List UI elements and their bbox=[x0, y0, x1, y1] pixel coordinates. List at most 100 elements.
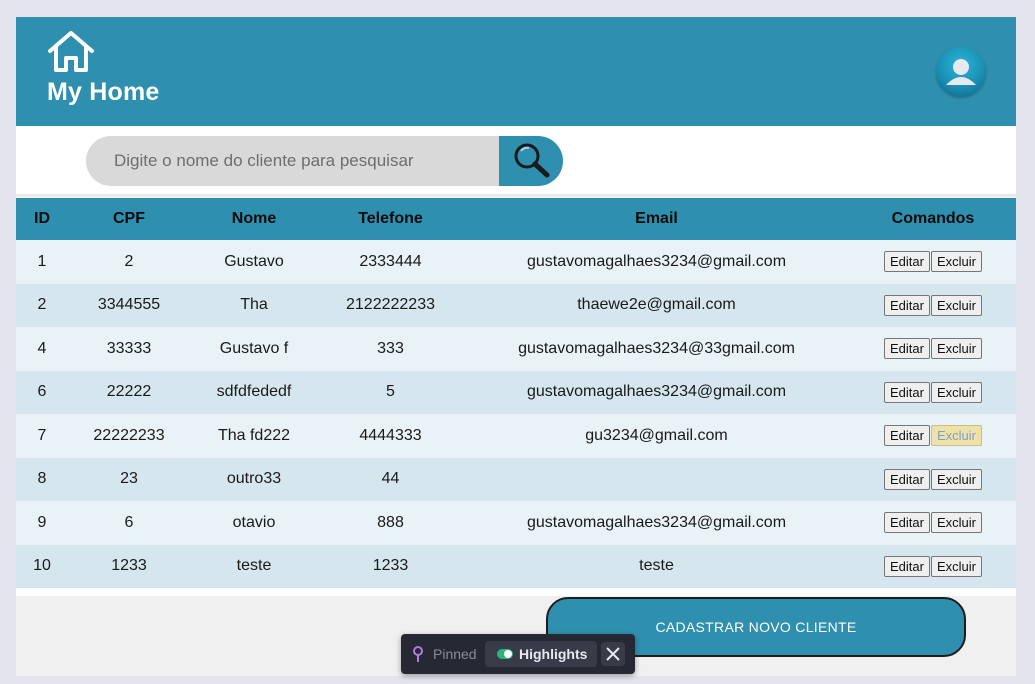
cell-nome: sdfdfededf bbox=[216, 383, 292, 401]
cell-comandos: Editar Excluir bbox=[850, 545, 1016, 589]
delete-button[interactable]: Excluir bbox=[930, 555, 982, 577]
cell-telefone: 888 bbox=[377, 513, 404, 531]
brand-title: My Home bbox=[47, 78, 160, 106]
delete-button[interactable]: Excluir bbox=[930, 381, 982, 403]
edit-button[interactable]: Editar bbox=[884, 294, 930, 316]
cell-comandos: Editar Excluir bbox=[850, 414, 1016, 458]
cell-telefone: 44 bbox=[381, 470, 400, 488]
delete-button[interactable]: Excluir bbox=[930, 251, 982, 273]
clients-table: ID CPF Nome Telefone Email Comandos 1 2 Gustavo… bbox=[16, 198, 1016, 588]
close-icon bbox=[606, 647, 620, 661]
cell-telefone: 4444333 bbox=[359, 426, 422, 444]
delete-button[interactable]: Excluir bbox=[930, 425, 982, 447]
column-header: Comandos bbox=[891, 210, 975, 227]
cell-email: gustavomagalhaes3234@gmail.com bbox=[526, 383, 787, 401]
cell-comandos: Editar Excluir bbox=[850, 240, 1016, 284]
search-button[interactable] bbox=[499, 136, 563, 186]
home-icon[interactable] bbox=[46, 30, 96, 74]
table-row: 8 23 outro33 44 Editar Excluir bbox=[16, 457, 1016, 502]
pinned-label: Pinned bbox=[433, 646, 477, 662]
cell-nome: outro33 bbox=[226, 470, 282, 488]
column-header: ID bbox=[34, 210, 50, 227]
cell-comandos: Editar Excluir bbox=[850, 501, 1016, 545]
cell-id: 1 bbox=[37, 252, 47, 270]
magnifier-icon bbox=[514, 143, 550, 178]
cell-id: 10 bbox=[33, 557, 51, 575]
close-button[interactable] bbox=[601, 642, 625, 666]
delete-button[interactable]: Excluir bbox=[930, 512, 982, 534]
edit-button[interactable]: Editar bbox=[884, 338, 930, 360]
cell-email: gustavomagalhaes3234@33gmail.com bbox=[518, 339, 795, 357]
cell-nome: Gustavo bbox=[224, 252, 284, 270]
edit-button[interactable]: Editar bbox=[884, 555, 930, 577]
app-container: My Home ID CPF Nome Telefone Email Comandos bbox=[16, 17, 1016, 676]
table-row: 2 3344555 Tha 2122222233 thaewe2e@gmail.com E… bbox=[16, 283, 1016, 328]
pin-toolbar: Pinned Highlights bbox=[401, 634, 635, 674]
cell-cpf: 3344555 bbox=[97, 296, 161, 314]
user-avatar-icon[interactable] bbox=[936, 47, 986, 97]
table-row: 9 6 otavio 888 gustavomagalhaes3234@gmail.co… bbox=[16, 501, 1016, 545]
column-header: Email bbox=[635, 210, 678, 227]
column-header: Nome bbox=[231, 210, 277, 227]
cell-cpf: 33333 bbox=[106, 339, 152, 357]
cell-id: 4 bbox=[37, 339, 47, 357]
search-bar bbox=[16, 126, 1016, 196]
cell-email bbox=[463, 458, 850, 502]
cell-nome: otavio bbox=[232, 513, 276, 531]
pin-icon bbox=[413, 646, 423, 662]
cell-cpf: 22222233 bbox=[93, 426, 165, 444]
cell-telefone: 5 bbox=[386, 383, 395, 401]
highlights-label: Highlights bbox=[519, 646, 588, 662]
edit-button[interactable]: Editar bbox=[884, 512, 930, 534]
clients-table-container: ID CPF Nome Telefone Email Comandos 1 2 Gustavo… bbox=[16, 198, 1016, 588]
table-row: 4 33333 Gustavo f 333 gustavomagalhaes3234@3… bbox=[16, 327, 1016, 371]
cell-email: gustavomagalhaes3234@gmail.com bbox=[526, 513, 787, 531]
delete-button[interactable]: Excluir bbox=[930, 338, 982, 360]
cell-cpf: 2 bbox=[124, 252, 134, 270]
cell-email: gu3234@gmail.com bbox=[585, 426, 728, 444]
cell-cpf: 1233 bbox=[111, 557, 147, 575]
cell-email: teste bbox=[639, 557, 674, 575]
delete-button[interactable]: Excluir bbox=[930, 294, 982, 316]
table-header-row: ID CPF Nome Telefone Email Comandos bbox=[16, 198, 1016, 240]
table-body: 1 2 Gustavo 2333444 gustavomagalhaes3234@gma… bbox=[16, 240, 1016, 588]
highlights-toggle[interactable]: Highlights bbox=[485, 641, 597, 667]
cell-cpf: 23 bbox=[120, 470, 138, 488]
cell-comandos: Editar Excluir bbox=[850, 458, 1016, 502]
delete-button[interactable]: Excluir bbox=[930, 468, 982, 490]
cell-id: 2 bbox=[37, 296, 47, 314]
cell-comandos: Editar Excluir bbox=[850, 284, 1016, 328]
cell-cpf: 6 bbox=[124, 513, 134, 531]
cell-comandos: Editar Excluir bbox=[850, 327, 1016, 371]
edit-button[interactable]: Editar bbox=[884, 251, 930, 273]
cell-telefone: 2122222233 bbox=[346, 296, 435, 314]
table-row: 1 2 Gustavo 2333444 gustavomagalhaes3234@gma… bbox=[16, 240, 1016, 284]
cell-nome: teste bbox=[236, 557, 272, 575]
cell-id: 7 bbox=[37, 426, 47, 444]
column-header: Telefone bbox=[358, 210, 423, 227]
table-row: 7 22222233 Tha fd222 4444333 gu3234@gmail.co… bbox=[16, 414, 1016, 458]
cell-cpf: 22222 bbox=[106, 383, 152, 401]
cell-id: 6 bbox=[37, 383, 47, 401]
cell-nome: Tha bbox=[240, 296, 268, 314]
table-footer-divider bbox=[16, 588, 1016, 596]
cell-nome: Gustavo f bbox=[219, 339, 289, 357]
cell-nome: Tha fd222 bbox=[217, 426, 291, 444]
toggle-switch-icon[interactable] bbox=[497, 649, 513, 659]
edit-button[interactable]: Editar bbox=[884, 468, 930, 490]
cell-email: gustavomagalhaes3234@gmail.com bbox=[526, 252, 787, 270]
cell-id: 9 bbox=[37, 513, 47, 531]
cell-telefone: 2333444 bbox=[359, 252, 422, 270]
header-bar: My Home bbox=[16, 17, 1016, 126]
edit-button[interactable]: Editar bbox=[884, 381, 930, 403]
table-row: 6 22222 sdfdfededf 5 gustavomagalhaes3234@gm… bbox=[16, 370, 1016, 415]
column-header: CPF bbox=[113, 210, 145, 227]
table-row: 10 1233 teste 1233 teste Editar Excluir bbox=[16, 544, 1016, 589]
search-input[interactable] bbox=[86, 136, 500, 186]
edit-button[interactable]: Editar bbox=[884, 425, 930, 447]
cell-comandos: Editar Excluir bbox=[850, 371, 1016, 415]
cell-email: thaewe2e@gmail.com bbox=[577, 296, 736, 314]
cell-telefone: 333 bbox=[377, 339, 404, 357]
cell-id: 8 bbox=[37, 470, 47, 488]
cell-telefone: 1233 bbox=[372, 557, 409, 575]
